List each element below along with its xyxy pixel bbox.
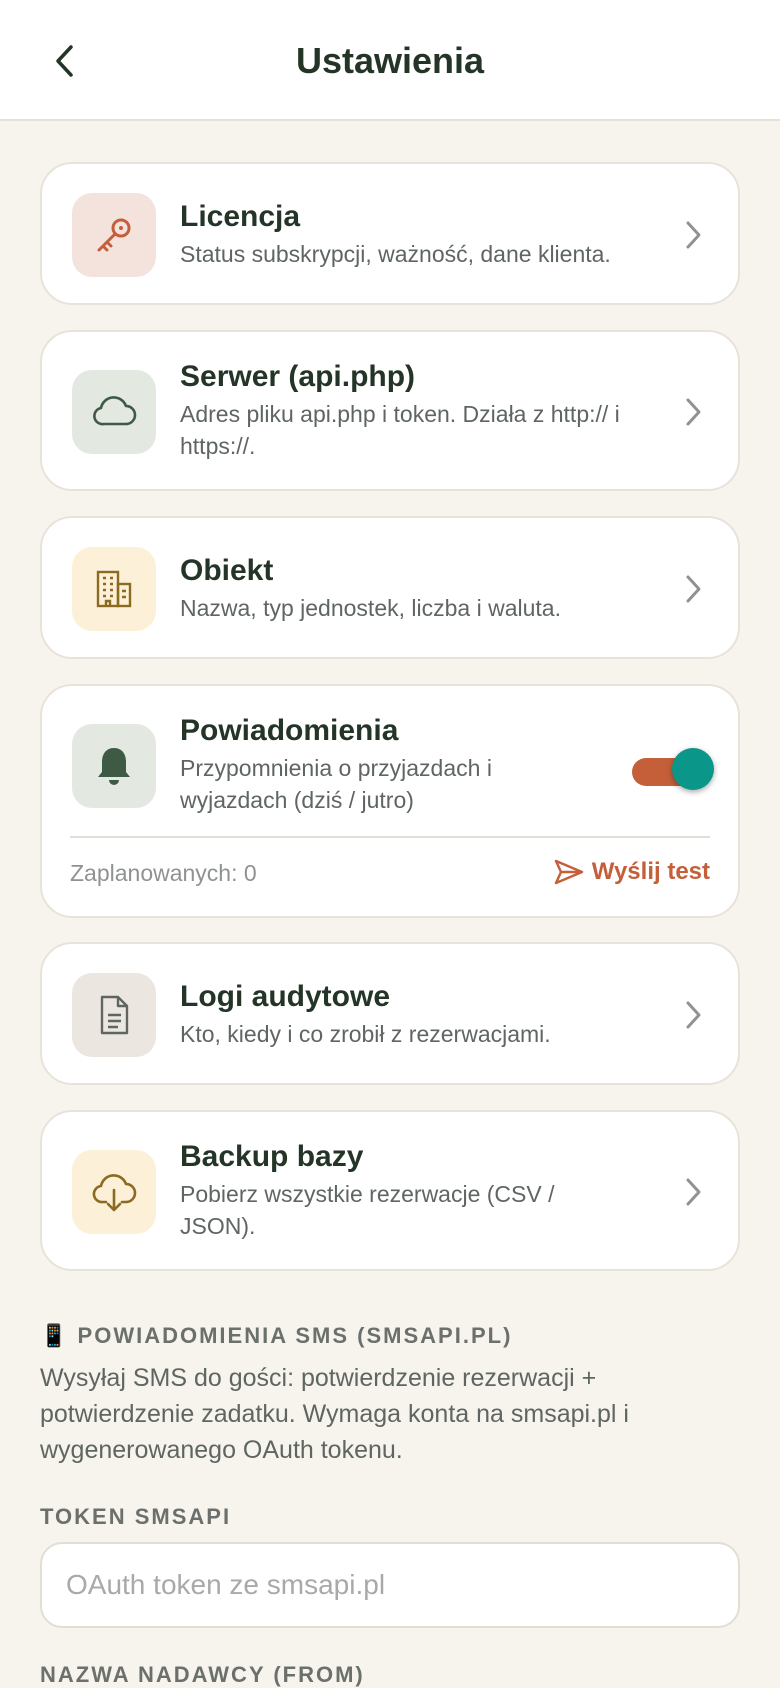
smsapi-token-input[interactable]	[40, 1542, 740, 1628]
chevron-right-icon	[678, 1172, 708, 1212]
sms-section-heading: 📱 POWIADOMIENIA SMS (SMSAPI.PL)	[40, 1323, 512, 1349]
sms-description: Wysyłaj SMS do gości: potwierdzenie reze…	[40, 1364, 629, 1464]
card-description: Status subskrypcji, ważność, dane klient…	[180, 241, 611, 267]
key-icon	[97, 218, 131, 252]
settings-item-notifications: Powiadomienia Przypomnienia o przyjazdac…	[40, 684, 740, 918]
chevron-right-icon	[678, 215, 708, 255]
sender-label: NAZWA NADAWCY (FROM)	[40, 1662, 365, 1687]
send-test-label: Wyślij test	[591, 858, 710, 885]
card-description: Przypomnienia o przyjazdach i wyjazdach …	[180, 755, 492, 813]
chevron-left-icon	[56, 45, 73, 77]
backup-icon-box	[72, 1150, 156, 1234]
card-description: Nazwa, typ jednostek, liczba i waluta.	[180, 595, 561, 621]
card-title: Obiekt	[180, 554, 274, 587]
cloud-icon	[93, 396, 137, 426]
bell-icon	[98, 748, 130, 785]
card-title: Backup bazy	[180, 1140, 364, 1173]
top-bar: Ustawienia	[0, 0, 780, 121]
card-title: Powiadomienia	[180, 714, 399, 747]
card-title: Licencja	[180, 200, 301, 233]
settings-item-property[interactable]: Obiekt Nazwa, typ jednostek, liczba i wa…	[40, 516, 740, 659]
settings-item-license[interactable]: Licencja Status subskrypcji, ważność, da…	[40, 162, 740, 305]
cloud-download-icon	[92, 1174, 137, 1212]
notifications-icon-box	[72, 724, 156, 808]
card-description: Kto, kiedy i co zrobił z rezerwacjami.	[180, 1021, 551, 1047]
server-icon-box	[72, 370, 156, 454]
chevron-right-icon	[678, 569, 708, 609]
building-icon	[96, 570, 132, 608]
settings-item-audit-logs[interactable]: Logi audytowe Kto, kiedy i co zrobił z r…	[40, 942, 740, 1085]
notifications-toggle[interactable]	[632, 746, 714, 794]
chevron-right-icon	[678, 995, 708, 1035]
send-icon	[554, 859, 583, 885]
page-title: Ustawienia	[295, 40, 485, 81]
divider	[70, 836, 710, 838]
toggle-knob	[672, 748, 714, 790]
license-icon-box	[72, 193, 156, 277]
card-description: Pobierz wszystkie rezerwacje (CSV / JSON…	[180, 1181, 555, 1239]
card-description: Adres pliku api.php i token. Działa z ht…	[180, 401, 620, 459]
chevron-right-icon	[678, 392, 708, 432]
audit-icon-box	[72, 973, 156, 1057]
scheduled-count: Zaplanowanych: 0	[70, 860, 257, 886]
back-button[interactable]	[40, 36, 90, 86]
sms-heading-label: POWIADOMIENIA SMS (SMSAPI.PL)	[77, 1323, 513, 1348]
phone-icon: 📱	[40, 1323, 70, 1348]
send-test-button[interactable]: Wyślij test	[554, 852, 710, 892]
settings-item-backup[interactable]: Backup bazy Pobierz wszystkie rezerwacje…	[40, 1110, 740, 1271]
document-icon	[100, 995, 129, 1035]
card-title: Logi audytowe	[180, 980, 390, 1013]
settings-item-server[interactable]: Serwer (api.php) Adres pliku api.php i t…	[40, 330, 740, 491]
token-label: TOKEN SMSAPI	[40, 1504, 232, 1529]
property-icon-box	[72, 547, 156, 631]
card-title: Serwer (api.php)	[180, 360, 416, 393]
